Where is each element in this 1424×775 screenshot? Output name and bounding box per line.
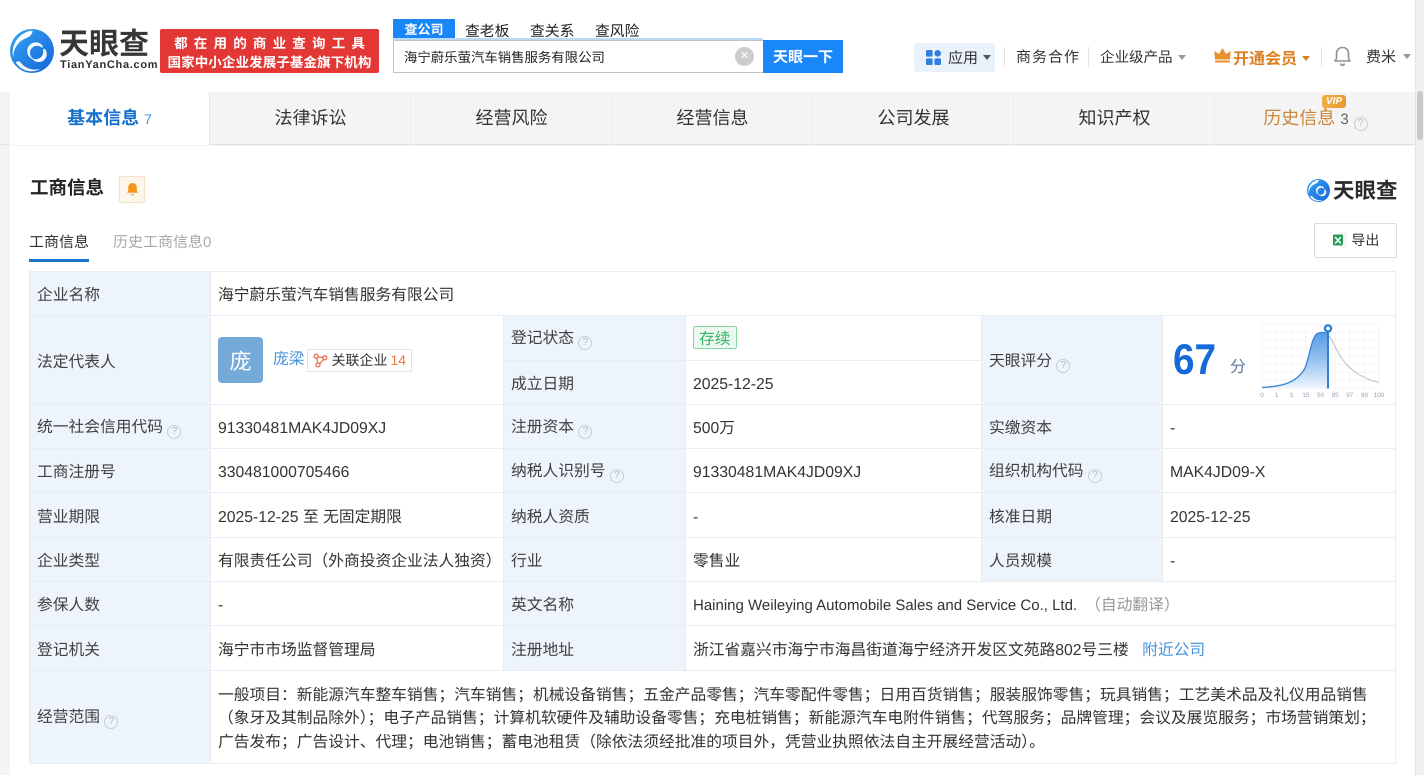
svg-text:97: 97: [1346, 392, 1354, 399]
svg-text:50: 50: [1317, 392, 1325, 399]
svg-text:99: 99: [1361, 392, 1369, 399]
svg-text:1: 1: [1275, 392, 1279, 399]
svg-text:0: 0: [1260, 392, 1264, 399]
svg-text:100: 100: [1374, 392, 1384, 399]
svg-text:85: 85: [1332, 392, 1340, 399]
svg-text:15: 15: [1302, 392, 1310, 399]
svg-text:3: 3: [1289, 392, 1293, 399]
